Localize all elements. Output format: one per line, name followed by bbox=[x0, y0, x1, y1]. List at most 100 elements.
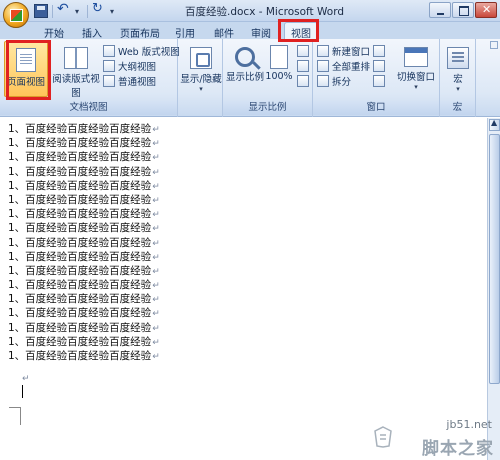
switch-windows-icon bbox=[404, 47, 428, 67]
magnifier-icon bbox=[235, 47, 255, 67]
show-hide-button[interactable]: 显示/隐藏 ▾ bbox=[180, 41, 222, 93]
document-line[interactable]: 1、百度经验百度经验百度经验↵ bbox=[8, 136, 160, 150]
switch-windows-dropdown-icon: ▾ bbox=[414, 83, 418, 91]
two-pages-icon[interactable] bbox=[297, 60, 309, 72]
paragraph-mark: ↵ bbox=[152, 352, 160, 362]
line-text: 1、百度经验百度经验百度经验 bbox=[8, 264, 152, 277]
paragraph-mark: ↵ bbox=[152, 195, 160, 206]
group-show-hide: 显示/隐藏 ▾ bbox=[178, 39, 223, 117]
office-logo-icon bbox=[10, 9, 23, 22]
margin-corner-mark bbox=[9, 407, 21, 425]
draft-view-button[interactable]: 普通视图 bbox=[103, 74, 156, 88]
view-side-by-side-icon[interactable] bbox=[373, 45, 385, 57]
window-controls bbox=[429, 2, 497, 18]
split-button[interactable]: 拆分 bbox=[317, 74, 351, 88]
title-bar: ▾ ▾ 百度经验.docx - Microsoft Word bbox=[0, 0, 500, 22]
document-line[interactable]: 1、百度经验百度经验百度经验↵ bbox=[8, 264, 160, 278]
save-icon[interactable] bbox=[34, 4, 48, 18]
line-text: 1、百度经验百度经验百度经验 bbox=[8, 193, 152, 206]
one-page-icon[interactable] bbox=[297, 45, 309, 57]
paragraph-mark: ↵ bbox=[152, 323, 160, 334]
ribbon: 页面视图 阅读版式视图 Web 版式视图 大纲视图 普通视图 文档视图 显示/隐… bbox=[0, 39, 500, 117]
line-text: 1、百度经验百度经验百度经验 bbox=[8, 222, 152, 235]
show-hide-icon bbox=[190, 47, 212, 69]
document-text[interactable]: 1、百度经验百度经验百度经验↵ 1、百度经验百度经验百度经验↵ 1、百度经验百度经验… bbox=[8, 122, 160, 363]
document-line[interactable]: 1、百度经验百度经验百度经验↵ bbox=[8, 207, 160, 221]
document-line[interactable]: 1、百度经验百度经验百度经验↵ bbox=[8, 250, 160, 264]
document-line[interactable]: 1、百度经验百度经验百度经验↵ bbox=[8, 321, 160, 335]
quick-access-toolbar: ▾ ▾ bbox=[34, 1, 118, 19]
draft-view-label: 普通视图 bbox=[118, 77, 157, 88]
office-button[interactable] bbox=[3, 2, 29, 28]
tab-insert[interactable]: 插入 bbox=[82, 25, 102, 40]
maximize-button[interactable] bbox=[452, 2, 474, 18]
line-text: 1、百度经验百度经验百度经验 bbox=[8, 236, 152, 249]
paragraph-mark: ↵ bbox=[152, 281, 160, 292]
vertical-scrollbar[interactable]: ▲ bbox=[487, 118, 500, 460]
minimize-button[interactable] bbox=[429, 2, 451, 18]
paragraph-mark: ↵ bbox=[152, 309, 160, 320]
document-line[interactable]: 1、百度经验百度经验百度经验↵ bbox=[8, 335, 160, 349]
document-area[interactable]: 1、百度经验百度经验百度经验↵ 1、百度经验百度经验百度经验↵ 1、百度经验百度经验… bbox=[0, 118, 487, 460]
document-line[interactable]: 1、百度经验百度经验百度经验↵ bbox=[8, 306, 160, 320]
switch-windows-button[interactable]: 切换窗口 ▾ bbox=[393, 41, 439, 91]
scroll-thumb[interactable] bbox=[489, 134, 500, 384]
web-view-button[interactable]: Web 版式视图 bbox=[103, 44, 180, 58]
tab-mailings[interactable]: 邮件 bbox=[214, 25, 234, 40]
empty-paragraph-mark: ↵ bbox=[22, 374, 30, 384]
qat-separator bbox=[52, 4, 53, 18]
tab-review[interactable]: 审阅 bbox=[251, 25, 271, 40]
scroll-up-button[interactable]: ▲ bbox=[489, 118, 500, 131]
group-label-window: 窗口 bbox=[313, 101, 439, 115]
document-line[interactable]: 1、百度经验百度经验百度经验↵ bbox=[8, 179, 160, 193]
reading-view-button[interactable]: 阅读版式视图 bbox=[50, 41, 102, 99]
document-line[interactable]: 1、百度经验百度经验百度经验↵ bbox=[8, 150, 160, 164]
paragraph-mark: ↵ bbox=[152, 337, 160, 348]
close-button[interactable] bbox=[475, 2, 497, 18]
reset-window-position-icon[interactable] bbox=[373, 75, 385, 87]
customize-qat-dropdown-icon[interactable]: ▾ bbox=[110, 7, 118, 16]
outline-view-label: 大纲视图 bbox=[118, 62, 157, 73]
line-text: 1、百度经验百度经验百度经验 bbox=[8, 321, 152, 334]
zoom-button[interactable]: 显示比例 bbox=[225, 41, 265, 83]
tab-home[interactable]: 开始 bbox=[44, 25, 64, 40]
document-line[interactable]: 1、百度经验百度经验百度经验↵ bbox=[8, 236, 160, 250]
reading-view-icon bbox=[64, 47, 88, 69]
line-text: 1、百度经验百度经验百度经验 bbox=[8, 307, 152, 320]
new-window-button[interactable]: 新建窗口 bbox=[317, 44, 370, 58]
undo-icon[interactable] bbox=[57, 1, 71, 18]
zoom-100-button[interactable]: 100% bbox=[265, 41, 293, 82]
tab-page-layout[interactable]: 页面布局 bbox=[120, 25, 160, 40]
qat-separator bbox=[87, 4, 88, 18]
document-line[interactable]: 1、百度经验百度经验百度经验↵ bbox=[8, 349, 160, 363]
line-text: 1、百度经验百度经验百度经验 bbox=[8, 293, 152, 306]
paragraph-mark: ↵ bbox=[152, 252, 160, 263]
synchronous-scrolling-icon[interactable] bbox=[373, 60, 385, 72]
outline-view-button[interactable]: 大纲视图 bbox=[103, 59, 156, 73]
window-title: 百度经验.docx - Microsoft Word bbox=[185, 6, 344, 18]
document-line[interactable]: 1、百度经验百度经验百度经验↵ bbox=[8, 292, 160, 306]
line-text: 1、百度经验百度经验百度经验 bbox=[8, 335, 152, 348]
document-line[interactable]: 1、百度经验百度经验百度经验↵ bbox=[8, 193, 160, 207]
paragraph-mark: ↵ bbox=[152, 125, 160, 135]
document-line[interactable]: 1、百度经验百度经验百度经验↵ bbox=[8, 221, 160, 235]
repeat-icon[interactable] bbox=[92, 1, 106, 18]
macros-button[interactable]: 宏 ▾ bbox=[444, 41, 472, 93]
tab-references[interactable]: 引用 bbox=[175, 25, 195, 40]
group-label-document-views: 文档视图 bbox=[0, 101, 177, 115]
document-line[interactable]: 1、百度经验百度经验百度经验↵ bbox=[8, 278, 160, 292]
arrange-all-icon bbox=[317, 60, 329, 72]
macros-dropdown-icon: ▾ bbox=[456, 85, 460, 93]
paragraph-mark: ↵ bbox=[152, 167, 160, 178]
arrange-all-button[interactable]: 全部重排 bbox=[317, 59, 370, 73]
switch-windows-label: 切换窗口 bbox=[396, 72, 435, 83]
document-line[interactable]: 1、百度经验百度经验百度经验↵ bbox=[8, 165, 160, 179]
undo-dropdown-icon[interactable]: ▾ bbox=[75, 7, 83, 16]
document-line[interactable]: 1、百度经验百度经验百度经验↵ bbox=[8, 122, 160, 136]
page-width-icon[interactable] bbox=[297, 75, 309, 87]
outline-view-icon bbox=[103, 60, 115, 72]
help-icon[interactable] bbox=[490, 41, 498, 49]
line-text: 1、百度经验百度经验百度经验 bbox=[8, 165, 152, 178]
ribbon-tab-bar: 开始 插入 页面布局 引用 邮件 审阅 视图 bbox=[0, 22, 500, 40]
watermark-logo bbox=[374, 426, 392, 448]
